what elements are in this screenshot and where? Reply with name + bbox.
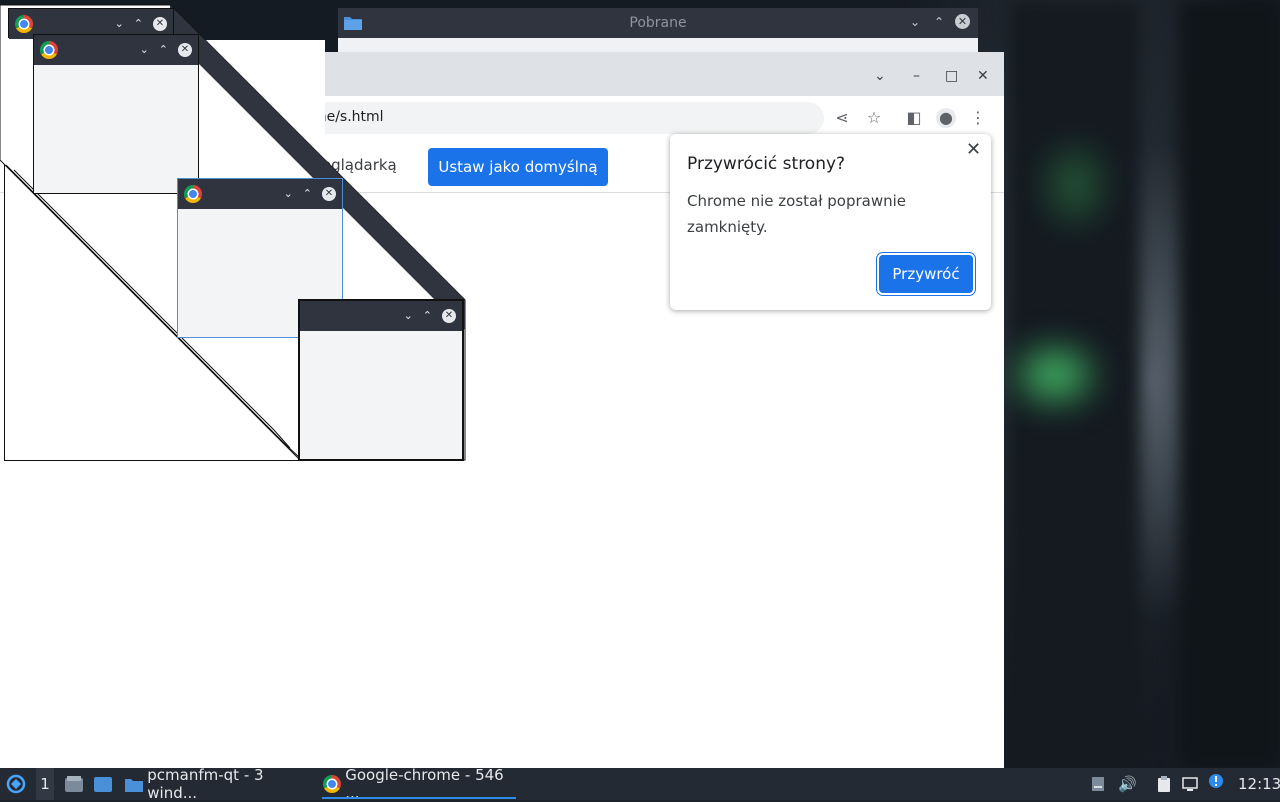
chrome-icon — [184, 185, 202, 203]
close-icon[interactable]: ✕ — [153, 16, 167, 31]
chrome-mini-window[interactable]: ⌄ ⌃ ✕ — [33, 34, 199, 194]
network-icon[interactable] — [1182, 776, 1198, 792]
folder-launcher-icon[interactable] — [93, 775, 113, 793]
close-icon[interactable]: ✕ — [322, 186, 336, 201]
side-panel-icon[interactable]: ◧ — [904, 108, 924, 128]
chrome-icon — [15, 15, 33, 33]
file-manager-launcher-icon[interactable] — [64, 775, 84, 793]
chevron-down-icon[interactable]: ⌄ — [140, 42, 149, 57]
task-label: pcmanfm-qt - 3 wind... — [147, 766, 264, 802]
close-icon[interactable]: ✕ — [178, 42, 192, 57]
chevron-up-icon[interactable]: ⌃ — [423, 308, 432, 323]
background-shape — [1180, 0, 1280, 768]
clipboard-icon[interactable] — [1156, 776, 1172, 792]
restore-button[interactable]: Przywróć — [879, 255, 973, 293]
bookmark-star-icon[interactable]: ☆ — [864, 108, 884, 128]
close-icon[interactable]: ✕ — [966, 139, 981, 160]
folder-icon — [125, 779, 143, 792]
background-glow — [1020, 350, 1090, 400]
chevron-up-icon[interactable]: ⌃ — [159, 42, 168, 57]
taskbar-task-chrome[interactable]: Google-chrome - 546 ... — [322, 766, 516, 802]
workspace-switcher[interactable]: 1 — [36, 768, 54, 800]
maximize-button[interactable]: □ — [945, 68, 958, 84]
clock[interactable]: 12:13 — [1238, 768, 1280, 800]
taskbar: 1 pcmanfm-qt - 3 wind... Google-chrome -… — [0, 766, 1280, 802]
background-glow — [1050, 150, 1100, 220]
dialog-title: Przywrócić strony? — [687, 154, 846, 174]
removable-drive-icon[interactable] — [1090, 776, 1106, 792]
chevron-down-icon[interactable]: ⌄ — [404, 308, 413, 323]
chevron-down-icon[interactable]: ⌄ — [115, 16, 124, 31]
tab-search-button[interactable]: ⌄ — [874, 68, 886, 84]
chevron-up-icon[interactable]: ⌃ — [303, 186, 312, 201]
close-icon[interactable]: ✕ — [955, 14, 970, 29]
minimize-button[interactable]: – — [913, 68, 920, 84]
chrome-mini-window[interactable]: ⌄ ⌃ ✕ — [298, 299, 464, 461]
profile-icon[interactable]: ● — [936, 108, 956, 128]
restore-pages-dialog: ✕ Przywrócić strony? Chrome nie został p… — [670, 134, 991, 310]
volume-icon[interactable]: 🔊 — [1118, 776, 1137, 792]
chrome-icon — [323, 775, 341, 793]
chevron-up-icon[interactable]: ⌃ — [931, 14, 947, 30]
close-icon[interactable]: ✕ — [442, 308, 456, 323]
taskbar-task-pcmanfm[interactable]: pcmanfm-qt - 3 wind... — [124, 766, 312, 802]
app-menu-icon[interactable] — [6, 774, 26, 794]
task-label: Google-chrome - 546 ... — [345, 766, 504, 802]
share-icon[interactable]: ⋖ — [832, 108, 852, 128]
notification-icon[interactable] — [1208, 773, 1224, 789]
chevron-down-icon[interactable]: ⌄ — [284, 186, 293, 201]
chrome-icon — [40, 41, 58, 59]
close-button[interactable]: ✕ — [977, 68, 989, 84]
chevron-up-icon[interactable]: ⌃ — [134, 16, 143, 31]
chevron-down-icon[interactable]: ⌄ — [907, 14, 923, 30]
menu-icon[interactable]: ⋮ — [968, 108, 988, 128]
dialog-message: Chrome nie został poprawnie zamknięty. — [687, 192, 906, 236]
